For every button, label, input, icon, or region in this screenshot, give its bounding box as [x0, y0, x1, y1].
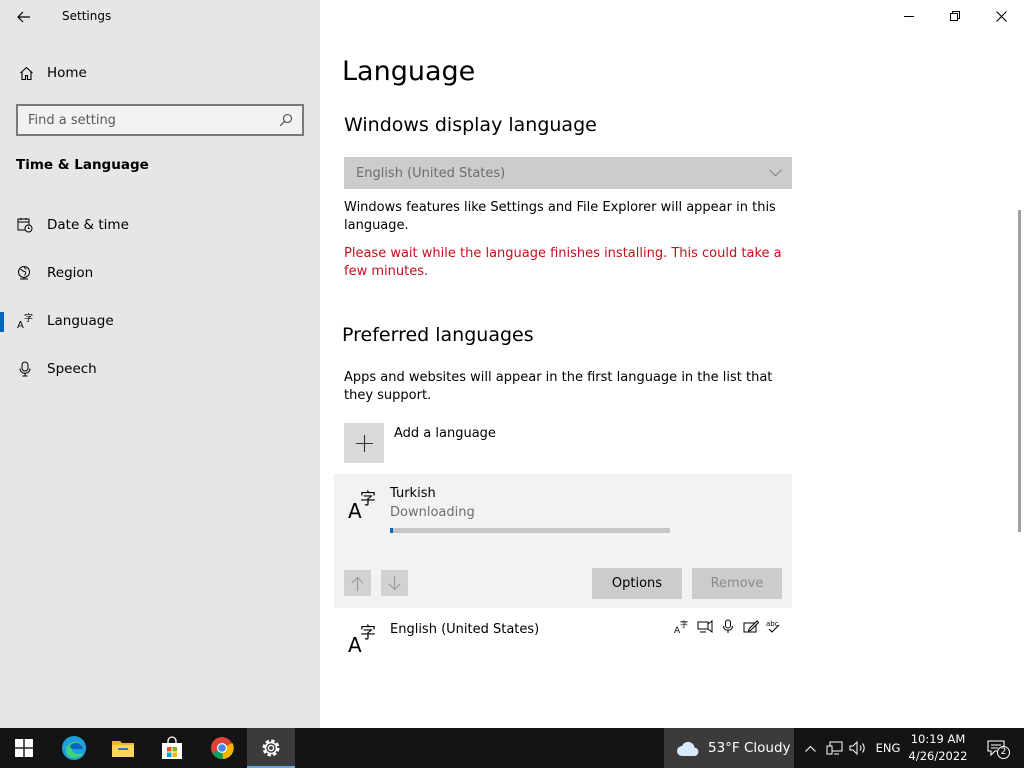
file-explorer-icon — [112, 741, 134, 757]
taskbar-settings[interactable] — [247, 728, 295, 768]
arrow-up-icon — [351, 576, 364, 591]
search-icon[interactable] — [274, 108, 298, 132]
scrollbar[interactable] — [1018, 210, 1021, 532]
taskbar-file-explorer[interactable] — [99, 728, 147, 768]
sidebar-item-label: Date & time — [47, 217, 129, 233]
weather-widget[interactable]: 53°F Cloudy — [664, 728, 794, 768]
close-icon — [995, 10, 1007, 22]
sidebar-item-home[interactable]: Home — [0, 58, 320, 88]
arrow-down-icon — [388, 575, 401, 590]
add-language-label: Add a language — [394, 426, 496, 441]
cloud-icon — [677, 741, 699, 756]
move-down-button[interactable] — [381, 570, 408, 596]
network-icon — [826, 741, 842, 754]
language-icon: A字 — [16, 312, 34, 330]
language-item-turkish[interactable]: A 字 Turkish Downloading Options Remove — [334, 474, 792, 608]
taskbar-chrome[interactable] — [198, 728, 246, 768]
language-item-english[interactable]: A 字 English (United States) A字 abc — [334, 612, 792, 662]
display-language-heading: Windows display language — [344, 114, 597, 136]
install-warning: Please wait while the language finishes … — [344, 246, 782, 279]
text-to-speech-icon — [696, 618, 713, 635]
search-input[interactable] — [18, 106, 274, 134]
sidebar-item-label: Language — [47, 313, 114, 329]
language-status: Downloading — [390, 505, 475, 520]
plus-icon — [344, 423, 384, 463]
language-glyph-icon: A 字 — [348, 623, 376, 654]
remove-button[interactable]: Remove — [692, 568, 782, 599]
clock-time: 10:19 AM — [910, 732, 966, 746]
add-language-button[interactable]: Add a language — [344, 423, 496, 463]
chevron-down-icon — [769, 169, 782, 177]
microphone-icon — [16, 360, 34, 378]
svg-text:字: 字 — [680, 619, 688, 629]
section-title: Time & Language — [16, 157, 149, 173]
weather-text: 53°F Cloudy — [708, 740, 791, 756]
download-progress-fill — [390, 528, 393, 533]
sidebar-item-label: Speech — [47, 361, 97, 377]
preferred-languages-heading: Preferred languages — [342, 324, 534, 346]
volume-button[interactable] — [847, 728, 869, 768]
settings-icon — [262, 739, 280, 757]
restore-icon — [950, 11, 960, 21]
network-button[interactable] — [823, 728, 845, 768]
taskbar: 53°F Cloudy ENG 10:19 AM 4/26/2022 2 — [0, 728, 1024, 768]
display-language-value: English (United States) — [356, 165, 506, 181]
globe-icon — [16, 264, 34, 282]
notification-count: 2 — [997, 746, 1010, 759]
spellcheck-icon: abc — [765, 618, 782, 635]
chrome-icon — [211, 737, 234, 760]
speech-icon — [719, 618, 736, 635]
start-button[interactable] — [0, 728, 48, 768]
svg-text:A: A — [17, 320, 24, 329]
notification-icon: 2 — [987, 738, 1010, 759]
input-language-indicator[interactable]: ENG — [872, 728, 904, 768]
svg-text:字: 字 — [360, 623, 376, 642]
sidebar-item-language[interactable]: A字 Language — [0, 303, 320, 339]
taskbar-clock[interactable]: 10:19 AM 4/26/2022 — [906, 731, 970, 765]
close-button[interactable] — [978, 0, 1024, 32]
language-name: Turkish — [390, 486, 436, 501]
move-up-button[interactable] — [344, 570, 371, 596]
back-arrow-icon — [17, 11, 30, 23]
language-glyph-icon: A 字 — [348, 489, 376, 520]
calendar-clock-icon — [16, 216, 34, 234]
taskbar-store[interactable] — [148, 728, 196, 768]
download-progress-bar — [390, 528, 670, 533]
display-language-icon: A字 — [673, 618, 690, 635]
notification-center-button[interactable]: 2 — [980, 728, 1016, 768]
windows-logo-icon — [15, 739, 33, 757]
display-language-dropdown[interactable]: English (United States) — [344, 157, 792, 189]
svg-text:字: 字 — [24, 313, 33, 324]
preferred-languages-description: Apps and websites will appear in the fir… — [344, 370, 773, 403]
taskbar-edge[interactable] — [50, 728, 98, 768]
sidebar-item-region[interactable]: Region — [0, 255, 320, 291]
store-icon — [162, 736, 182, 759]
restore-button[interactable] — [932, 0, 978, 32]
home-label: Home — [47, 65, 87, 81]
svg-text:字: 字 — [360, 489, 376, 508]
options-button[interactable]: Options — [592, 568, 682, 599]
back-button[interactable] — [10, 5, 38, 29]
language-features: A字 abc — [673, 618, 782, 635]
edge-icon — [62, 736, 86, 760]
language-name: English (United States) — [390, 622, 540, 637]
display-language-description: Windows features like Settings and File … — [344, 200, 776, 233]
sidebar: Settings Home Time & Language Date & tim… — [0, 0, 320, 728]
handwriting-icon — [742, 618, 759, 635]
minimize-button[interactable] — [886, 0, 932, 32]
search-box — [16, 104, 304, 136]
sidebar-item-label: Region — [47, 265, 94, 281]
page-title: Language — [342, 56, 476, 87]
clock-date: 4/26/2022 — [908, 749, 968, 763]
home-icon — [17, 64, 35, 82]
sidebar-item-date-time[interactable]: Date & time — [0, 207, 320, 243]
volume-icon — [849, 741, 865, 755]
chevron-up-icon — [804, 745, 816, 752]
minimize-icon — [904, 16, 914, 17]
sidebar-item-speech[interactable]: Speech — [0, 351, 320, 387]
show-hidden-icons-button[interactable] — [801, 728, 819, 768]
app-title: Settings — [62, 9, 112, 23]
